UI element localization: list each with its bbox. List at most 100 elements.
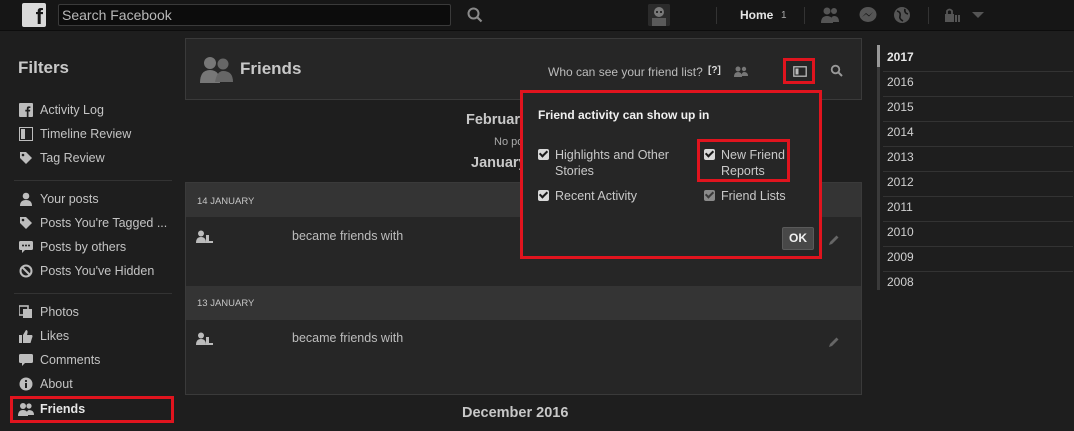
avatar[interactable] xyxy=(648,4,670,26)
year-link-2010[interactable]: 2010 xyxy=(887,225,914,239)
hidden-icon xyxy=(18,263,34,279)
month-heading: Februar xyxy=(466,112,520,128)
search-icon[interactable] xyxy=(466,6,484,24)
notifications-globe-icon[interactable] xyxy=(892,6,912,24)
divider xyxy=(883,96,1073,97)
edit-pencil-icon[interactable] xyxy=(828,336,840,348)
option-recent-activity[interactable]: Recent Activity xyxy=(538,188,637,204)
friendship-icon xyxy=(196,230,213,243)
filter-label: Posts You've Hidden xyxy=(40,264,155,278)
divider xyxy=(14,293,172,294)
filter-about[interactable]: About xyxy=(18,374,73,394)
audience-friends-icon[interactable] xyxy=(734,66,748,77)
filter-posts-by-others[interactable]: Posts by others xyxy=(18,237,126,257)
timeline-settings-icon xyxy=(793,66,807,77)
avatar-image-icon xyxy=(648,4,670,26)
page-title: Friends xyxy=(240,59,302,78)
friend-requests-icon[interactable] xyxy=(820,6,840,24)
option-label: Highlights and Other xyxy=(555,148,669,162)
month-heading: December 2016 xyxy=(462,405,569,421)
filter-label: Photos xyxy=(40,305,79,319)
date-header xyxy=(186,286,861,320)
filter-likes[interactable]: Likes xyxy=(18,326,69,346)
divider xyxy=(883,71,1073,72)
timeline-icon xyxy=(18,126,34,142)
who-can-see-label: Who can see your friend list? xyxy=(548,65,703,79)
divider xyxy=(883,271,1073,272)
filter-posts-tagged[interactable]: Posts You're Tagged ... xyxy=(18,213,167,233)
divider xyxy=(883,121,1073,122)
edit-pencil-icon[interactable] xyxy=(828,234,840,246)
filter-label: Timeline Review xyxy=(40,127,132,141)
home-count-badge: 1 xyxy=(781,10,787,21)
filter-label: Likes xyxy=(40,329,70,343)
divider xyxy=(883,146,1073,147)
home-link[interactable]: Home xyxy=(740,8,773,22)
divider xyxy=(14,180,172,181)
year-link-2016[interactable]: 2016 xyxy=(887,75,914,89)
top-bar: f Search Facebook Home 1 xyxy=(0,0,1074,31)
year-link-2014[interactable]: 2014 xyxy=(887,125,914,139)
year-scroll-track xyxy=(877,45,880,290)
friendship-icon xyxy=(196,332,213,345)
divider xyxy=(883,196,1073,197)
filter-comments[interactable]: Comments xyxy=(18,350,100,370)
privacy-lock-icon[interactable] xyxy=(942,6,962,24)
filter-activity-log[interactable]: Activity Log xyxy=(18,100,104,120)
facebook-square-icon xyxy=(18,102,34,118)
date-label: 14 JANUARY xyxy=(197,196,255,207)
filter-label: Posts You're Tagged ... xyxy=(40,216,168,230)
person-icon xyxy=(18,191,34,207)
popover-title: Friend activity can show up in xyxy=(538,108,710,122)
filter-label: Your posts xyxy=(40,192,99,206)
option-highlights[interactable]: Highlights and Other Stories xyxy=(538,147,669,179)
timeline-settings-button[interactable] xyxy=(783,58,815,84)
filter-label: About xyxy=(40,377,73,391)
story-text: became friends with xyxy=(292,229,404,243)
year-link-2011[interactable]: 2011 xyxy=(887,200,913,214)
info-icon xyxy=(18,376,34,392)
search-icon[interactable] xyxy=(830,64,843,77)
filter-posts-hidden[interactable]: Posts You've Hidden xyxy=(18,261,154,281)
divider xyxy=(928,7,929,24)
filter-label: Activity Log xyxy=(40,103,104,117)
filter-your-posts[interactable]: Your posts xyxy=(18,189,99,209)
checkbox[interactable] xyxy=(538,190,549,201)
filter-label: Comments xyxy=(40,353,101,367)
help-link[interactable]: [?] xyxy=(708,65,721,76)
filters-title: Filters xyxy=(18,58,70,77)
year-link-2009[interactable]: 2009 xyxy=(887,250,914,264)
filter-photos[interactable]: Photos xyxy=(18,302,79,322)
option-friend-lists[interactable]: Friend Lists xyxy=(704,188,786,204)
no-posts-label: No po xyxy=(494,136,524,148)
ok-button[interactable]: OK xyxy=(782,227,814,250)
filter-timeline-review[interactable]: Timeline Review xyxy=(18,124,131,144)
photos-icon xyxy=(18,304,34,320)
like-icon xyxy=(18,328,34,344)
facebook-logo-icon[interactable]: f xyxy=(22,3,46,27)
year-link-2008[interactable]: 2008 xyxy=(887,275,914,289)
chevron-down-icon[interactable] xyxy=(968,6,988,24)
tag-icon xyxy=(18,215,34,231)
messenger-icon[interactable] xyxy=(858,6,878,24)
speech-icon xyxy=(18,239,34,255)
option-label: Friend Lists xyxy=(721,189,786,203)
month-heading: January xyxy=(471,155,527,171)
year-link-2015[interactable]: 2015 xyxy=(887,100,914,114)
divider xyxy=(716,7,717,24)
option-label: Stories xyxy=(555,164,594,178)
divider xyxy=(883,246,1073,247)
friends-highlight-box xyxy=(10,396,174,423)
friends-section-icon xyxy=(200,57,233,83)
search-input[interactable]: Search Facebook xyxy=(58,4,451,26)
filter-label: Tag Review xyxy=(40,151,105,165)
divider xyxy=(883,221,1073,222)
year-link-2013[interactable]: 2013 xyxy=(887,150,914,164)
year-link-2017[interactable]: 2017 xyxy=(887,50,914,64)
story-text: became friends with xyxy=(292,331,404,345)
checkbox[interactable] xyxy=(538,149,549,160)
filter-label: Posts by others xyxy=(40,240,127,254)
checkbox[interactable] xyxy=(704,190,715,201)
year-link-2012[interactable]: 2012 xyxy=(887,175,914,189)
filter-tag-review[interactable]: Tag Review xyxy=(18,148,105,168)
